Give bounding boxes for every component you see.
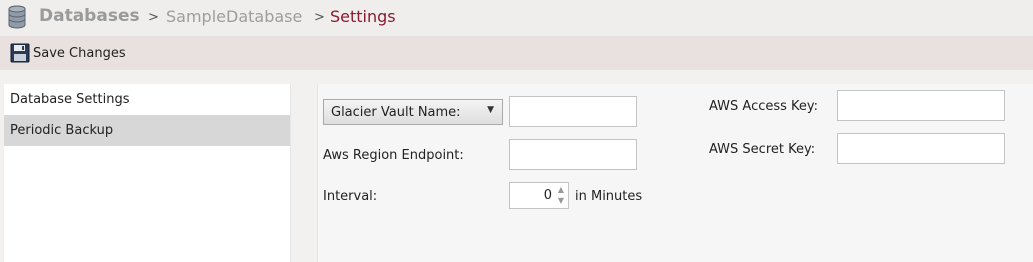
floppy-disk-icon xyxy=(10,43,30,63)
chevron-up-icon[interactable]: ▲ xyxy=(556,184,566,195)
glacier-vault-input[interactable] xyxy=(509,96,637,127)
interval-stepper[interactable]: 0 ▲ ▼ xyxy=(509,182,569,209)
breadcrumb-bar: Databases > SampleDatabase > Settings xyxy=(0,0,1033,36)
breadcrumb-current: Settings xyxy=(330,7,396,26)
chevron-down-icon[interactable]: ▼ xyxy=(556,195,566,206)
interval-label: Interval: xyxy=(323,189,378,204)
database-icon xyxy=(8,5,26,29)
breadcrumb-separator: > xyxy=(148,10,159,25)
region-endpoint-input[interactable] xyxy=(509,139,637,170)
interval-value: 0 xyxy=(543,188,552,203)
secret-key-input[interactable] xyxy=(837,133,1005,164)
breadcrumb-separator: > xyxy=(314,10,325,25)
menu-item-periodic-backup[interactable]: Periodic Backup xyxy=(4,115,290,146)
breadcrumb-database[interactable]: SampleDatabase xyxy=(166,7,302,26)
app-window: Databases > SampleDatabase > Settings Sa… xyxy=(0,0,1033,262)
triangle-down-icon: ▼ xyxy=(487,105,494,115)
save-changes-button[interactable]: Save Changes xyxy=(10,42,126,64)
access-key-input[interactable] xyxy=(837,90,1005,121)
menu-item-database-settings[interactable]: Database Settings xyxy=(4,84,290,115)
access-key-label: AWS Access Key: xyxy=(709,99,819,114)
select-value: Glacier Vault Name: xyxy=(331,105,461,120)
settings-menu: Database Settings Periodic Backup xyxy=(4,84,291,262)
region-endpoint-label: Aws Region Endpoint: xyxy=(323,148,464,163)
save-changes-label: Save Changes xyxy=(33,45,126,61)
periodic-backup-panel: Glacier Vault Name: ▼ Aws Region Endpoin… xyxy=(317,84,1033,262)
secret-key-label: AWS Secret Key: xyxy=(709,142,816,157)
breadcrumb-databases[interactable]: Databases xyxy=(39,6,140,26)
interval-unit-label: in Minutes xyxy=(575,189,643,204)
glacier-vault-select[interactable]: Glacier Vault Name: ▼ xyxy=(323,99,503,125)
toolbar: Save Changes xyxy=(0,36,1033,70)
